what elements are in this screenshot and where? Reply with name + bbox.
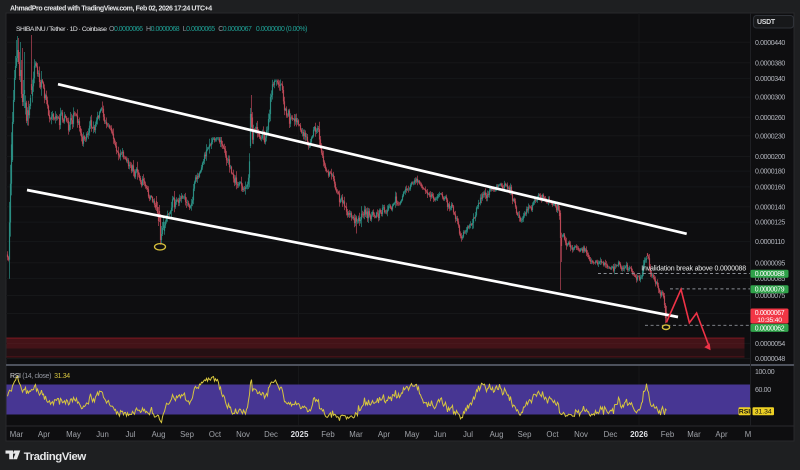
svg-text:Apr: Apr [378, 430, 391, 439]
svg-text:Apr: Apr [715, 430, 728, 439]
svg-text:May: May [405, 430, 420, 439]
svg-text:Aug: Aug [152, 430, 166, 439]
svg-text:Dec: Dec [264, 430, 278, 439]
svg-text:Mar: Mar [349, 430, 363, 439]
svg-text:2025: 2025 [291, 430, 309, 439]
svg-text:31.34: 31.34 [755, 409, 772, 416]
svg-text:0.0000230: 0.0000230 [755, 133, 785, 140]
svg-text:0.0000110: 0.0000110 [755, 239, 785, 246]
svg-text:Nov: Nov [236, 430, 250, 439]
svg-text:0.0000075: 0.0000075 [755, 293, 785, 300]
svg-text:0.0000260: 0.0000260 [755, 115, 785, 122]
svg-text:Sep: Sep [518, 430, 533, 439]
svg-text:AhmadPro created with TradingV: AhmadPro created with TradingView.com, F… [10, 5, 212, 12]
svg-text:TradingView: TradingView [24, 451, 87, 463]
svg-text:0.0000125: 0.0000125 [755, 220, 785, 227]
svg-text:0.0000095: 0.0000095 [755, 260, 785, 267]
svg-text:May: May [66, 430, 81, 439]
svg-text:Nov: Nov [574, 430, 588, 439]
svg-text:60.00: 60.00 [755, 387, 771, 394]
svg-text:0.0000300: 0.0000300 [755, 95, 785, 102]
svg-text:0.0000160: 0.0000160 [755, 185, 785, 192]
svg-text:USDT: USDT [757, 19, 776, 26]
svg-text:10:35:40: 10:35:40 [757, 317, 782, 324]
svg-text:Jun: Jun [96, 430, 109, 439]
svg-text:0.0000088: 0.0000088 [755, 271, 785, 278]
svg-text:0.0000079: 0.0000079 [755, 287, 785, 294]
svg-text:Feb: Feb [321, 430, 335, 439]
svg-text:O0.0000066H0.0000068L0.0000065: O0.0000066H0.0000068L0.0000065C0.0000067… [109, 26, 307, 33]
svg-text:0.0000054: 0.0000054 [755, 341, 785, 348]
svg-text:Jun: Jun [434, 430, 447, 439]
svg-text:0.0000048: 0.0000048 [755, 356, 785, 363]
svg-text:Mar: Mar [687, 430, 701, 439]
svg-text:0.0000340: 0.0000340 [755, 76, 785, 83]
svg-text:RSI (14, close)31.34: RSI (14, close)31.34 [10, 373, 70, 380]
svg-text:0.0000380: 0.0000380 [755, 60, 785, 67]
svg-text:2026: 2026 [630, 430, 648, 439]
svg-text:0.0000180: 0.0000180 [755, 169, 785, 176]
svg-text:M: M [745, 430, 752, 439]
svg-text:0.0000062: 0.0000062 [755, 325, 785, 332]
svg-text:Aug: Aug [490, 430, 504, 439]
svg-text:Invalidation break above 0.000: Invalidation break above 0.0000088 [641, 266, 746, 273]
svg-text:0.0000440: 0.0000440 [755, 40, 785, 47]
svg-text:SHIBA INU / Tether · 1D · Coin: SHIBA INU / Tether · 1D · Coinbase [16, 26, 107, 33]
svg-text:Apr: Apr [38, 430, 51, 439]
svg-text:Dec: Dec [604, 430, 618, 439]
svg-text:100.00: 100.00 [755, 369, 775, 376]
svg-text:Sep: Sep [180, 430, 195, 439]
svg-text:0.0000200: 0.0000200 [755, 154, 785, 161]
svg-text:Feb: Feb [661, 430, 675, 439]
svg-text:Jul: Jul [463, 430, 473, 439]
svg-text:0.0000140: 0.0000140 [755, 204, 785, 211]
svg-text:Oct: Oct [209, 430, 222, 439]
svg-text:Mar: Mar [10, 430, 24, 439]
svg-text:Jul: Jul [126, 430, 136, 439]
svg-text:RSI: RSI [739, 409, 750, 416]
svg-text:Oct: Oct [546, 430, 559, 439]
